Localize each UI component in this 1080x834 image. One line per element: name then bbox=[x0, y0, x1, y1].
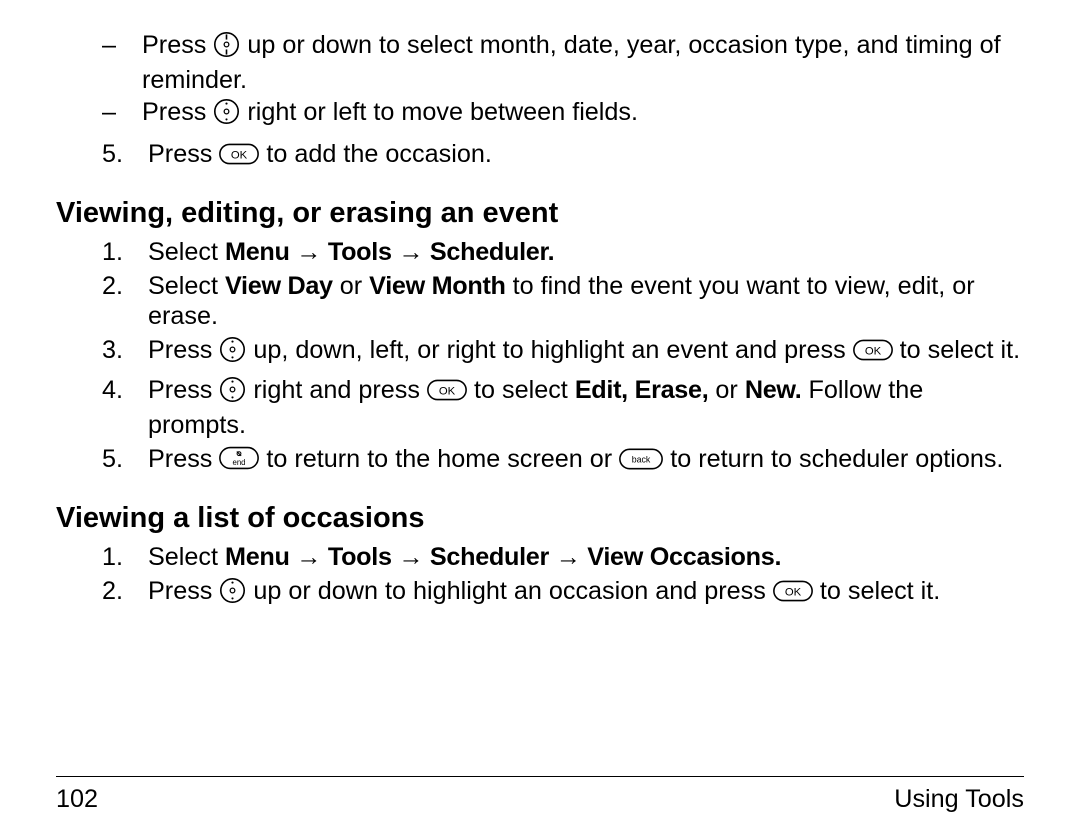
text: Press bbox=[148, 445, 219, 473]
text: to return to scheduler options. bbox=[663, 445, 1003, 473]
text: to select it. bbox=[893, 336, 1020, 364]
section-heading-viewing-list-occasions: Viewing a list of occasions bbox=[56, 501, 1024, 536]
list-text: Press right and press OK to select Edit,… bbox=[148, 375, 1024, 440]
text-bold: Edit, Erase, bbox=[575, 376, 709, 404]
text: to return to the home screen or bbox=[259, 445, 619, 473]
list-number: 5. bbox=[102, 444, 148, 477]
list-text: Press OK to add the occasion. bbox=[148, 139, 1024, 172]
list-text: Select Menu → Tools → Scheduler → View O… bbox=[148, 542, 1024, 572]
text: Select bbox=[148, 543, 225, 571]
svg-text:back: back bbox=[632, 455, 651, 465]
dash-marker: – bbox=[102, 30, 142, 95]
nav-center-icon bbox=[219, 336, 246, 370]
text: Press bbox=[148, 336, 219, 364]
list-number: 2. bbox=[102, 576, 148, 611]
nav-center-icon bbox=[219, 376, 246, 410]
text: up or down to select month, date, year, … bbox=[142, 31, 1001, 94]
list-item: 2. Press up or down to highlight an occa… bbox=[102, 576, 1024, 611]
text: Select bbox=[148, 272, 225, 300]
list-item: 5. Press end to return to the home scree… bbox=[102, 444, 1024, 477]
list-text: Select Menu → Tools → Scheduler. bbox=[148, 237, 1024, 267]
page-number: 102 bbox=[56, 785, 98, 814]
list-text: Press end to return to the home screen o… bbox=[148, 444, 1024, 477]
nav-updown-icon bbox=[213, 31, 240, 65]
text: right and press bbox=[246, 376, 427, 404]
text: or bbox=[708, 376, 744, 404]
text-bold: View Month bbox=[369, 272, 505, 300]
back-button-icon: back bbox=[619, 447, 663, 477]
list-item: 1. Select Menu → Tools → Scheduler → Vie… bbox=[102, 542, 1024, 572]
text: Select bbox=[148, 238, 225, 266]
svg-text:OK: OK bbox=[231, 149, 248, 161]
dash-item: – Press up or down to select month, date… bbox=[102, 30, 1024, 95]
text: Press bbox=[148, 376, 219, 404]
dash-text: Press up or down to select month, date, … bbox=[142, 30, 1024, 95]
text-bold: Menu → Tools → Scheduler → View Occasion… bbox=[225, 543, 781, 571]
text: Press bbox=[142, 98, 213, 126]
section-heading-viewing-editing-erasing: Viewing, editing, or erasing an event bbox=[56, 196, 1024, 231]
page-footer: 102 Using Tools bbox=[56, 776, 1024, 814]
list-item: – Press up or down to select month, date… bbox=[102, 28, 1024, 135]
text: Press bbox=[148, 577, 219, 605]
text: Press bbox=[142, 31, 213, 59]
page-content: – Press up or down to select month, date… bbox=[56, 24, 1024, 768]
svg-text:OK: OK bbox=[439, 385, 456, 397]
text-bold: View Day bbox=[225, 272, 333, 300]
text: up or down to highlight an occasion and … bbox=[246, 577, 772, 605]
ok-button-icon: OK bbox=[853, 338, 893, 368]
list-number: 4. bbox=[102, 375, 148, 440]
list-item: 5. Press OK to add the occasion. bbox=[102, 139, 1024, 172]
nav-center-icon bbox=[213, 98, 240, 132]
ok-button-icon: OK bbox=[219, 142, 259, 172]
text: to add the occasion. bbox=[259, 140, 491, 168]
text-bold: Menu → Tools → Scheduler. bbox=[225, 238, 554, 266]
list-number: 2. bbox=[102, 271, 148, 331]
footer-section-title: Using Tools bbox=[894, 785, 1024, 814]
list-text: Press up or down to highlight an occasio… bbox=[148, 576, 1024, 611]
text: to select it. bbox=[813, 577, 940, 605]
list-number: 5. bbox=[102, 139, 148, 172]
list-item: 1. Select Menu → Tools → Scheduler. bbox=[102, 237, 1024, 267]
list-text: Select View Day or View Month to find th… bbox=[148, 271, 1024, 331]
ok-button-icon: OK bbox=[773, 579, 813, 609]
text: right or left to move between fields. bbox=[240, 98, 638, 126]
section-b-list: 1. Select Menu → Tools → Scheduler → Vie… bbox=[102, 542, 1024, 611]
list-text: Press up, down, left, or right to highli… bbox=[148, 335, 1024, 370]
section-a-list: 1. Select Menu → Tools → Scheduler. 2. S… bbox=[102, 237, 1024, 478]
ok-button-icon: OK bbox=[427, 378, 467, 408]
document-page: – Press up or down to select month, date… bbox=[0, 0, 1080, 834]
dash-text: Press right or left to move between fiel… bbox=[142, 97, 1024, 132]
svg-text:OK: OK bbox=[785, 587, 802, 599]
dash-marker: – bbox=[102, 97, 142, 132]
list-number: 1. bbox=[102, 237, 148, 267]
list-item: 4. Press right and press OK to select Ed… bbox=[102, 375, 1024, 440]
text: up, down, left, or right to highlight an… bbox=[246, 336, 852, 364]
svg-text:end: end bbox=[233, 458, 246, 467]
text-bold: New. bbox=[745, 376, 802, 404]
list-number: 3. bbox=[102, 335, 148, 370]
list-number: 1. bbox=[102, 542, 148, 572]
continued-numbered-list: 5. Press OK to add the occasion. bbox=[102, 139, 1024, 172]
list-item: 2. Select View Day or View Month to find… bbox=[102, 271, 1024, 331]
text: or bbox=[333, 272, 369, 300]
dash-item: – Press right or left to move between fi… bbox=[102, 97, 1024, 132]
continued-list: – Press up or down to select month, date… bbox=[102, 28, 1024, 135]
svg-text:OK: OK bbox=[865, 346, 882, 358]
text: Press bbox=[148, 140, 219, 168]
end-button-icon: end bbox=[219, 446, 259, 477]
text: to select bbox=[467, 376, 575, 404]
list-item: 3. Press up, down, left, or right to hig… bbox=[102, 335, 1024, 370]
nav-center-icon bbox=[219, 577, 246, 611]
